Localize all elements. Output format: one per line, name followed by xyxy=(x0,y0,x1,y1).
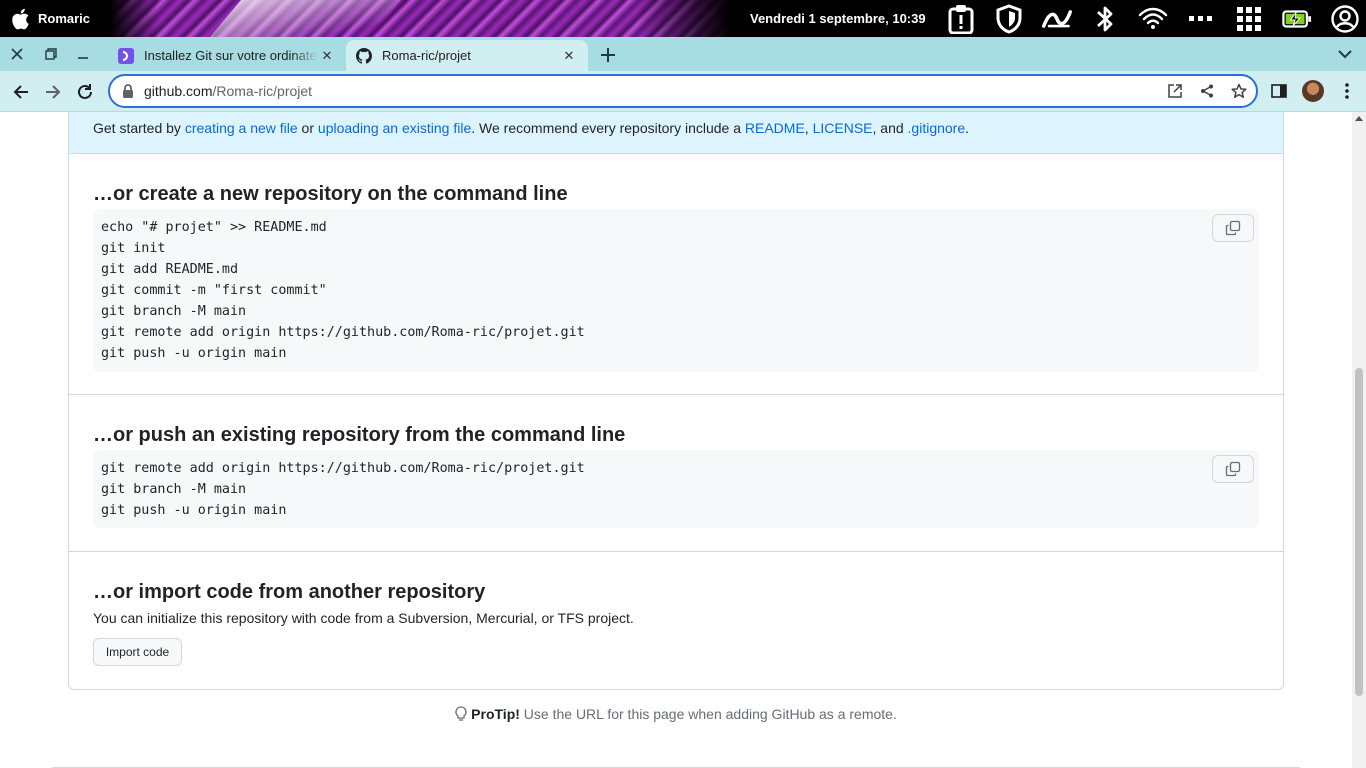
push-existing-section: …or push an existing repository from the… xyxy=(69,395,1283,552)
apps-grid-icon[interactable] xyxy=(1234,4,1264,34)
os-username: Romaric xyxy=(38,11,91,26)
os-tray xyxy=(946,0,1360,37)
text-fragment: . We recommend every repository include … xyxy=(471,120,745,136)
tab-close-icon[interactable]: ✕ xyxy=(318,47,336,65)
browser-menu-dots-icon[interactable] xyxy=(1336,80,1358,102)
github-icon xyxy=(356,47,372,64)
new-repo-section: …or create a new repository on the comma… xyxy=(69,154,1283,395)
new-repo-code[interactable]: echo "# projet" >> README.md git init gi… xyxy=(101,217,585,364)
push-existing-code-block[interactable]: git remote add origin https://github.com… xyxy=(93,450,1259,528)
address-bar[interactable]: github.com/Roma-ric/projet xyxy=(108,74,1258,108)
license-link[interactable]: LICENSE xyxy=(813,120,873,136)
share-icon[interactable] xyxy=(1198,82,1216,100)
tab-search-chevron-down-icon[interactable] xyxy=(1336,45,1354,63)
quick-setup-text: Get started by creating a new file or up… xyxy=(93,120,969,136)
text-fragment: Get started by xyxy=(93,120,185,136)
github-page: Get started by creating a new file or up… xyxy=(0,112,1352,768)
shield-icon[interactable] xyxy=(994,3,1024,34)
tab-title: Roma-ric/projet xyxy=(382,48,471,63)
gitignore-link[interactable]: .gitignore xyxy=(908,120,966,136)
create-new-file-link[interactable]: creating a new file xyxy=(185,120,298,136)
window-minimize-icon[interactable] xyxy=(68,37,98,71)
protip-label: ProTip! xyxy=(471,706,520,722)
cloud-sync-icon[interactable] xyxy=(1042,4,1072,34)
text-fragment: , xyxy=(804,120,813,136)
import-section: …or import code from another repository … xyxy=(69,552,1283,690)
push-existing-heading: …or push an existing repository from the… xyxy=(93,424,626,446)
browser-toolbar: github.com/Roma-ric/projet xyxy=(0,71,1366,112)
os-top-bar: Romaric Vendredi 1 septembre, 10:39 xyxy=(0,0,1366,37)
protip: ProTip! Use the URL for this page when a… xyxy=(0,706,1352,725)
window-restore-icon[interactable] xyxy=(36,37,66,71)
window-close-icon[interactable] xyxy=(2,37,32,71)
text-fragment: , and xyxy=(872,120,908,136)
tab-installez-git[interactable]: Installez Git sur votre ordinateur ✕ xyxy=(108,40,346,71)
new-tab-plus-icon[interactable] xyxy=(596,44,620,66)
quick-setup-banner: Get started by creating a new file or up… xyxy=(69,112,1283,154)
quick-setup-box: Get started by creating a new file or up… xyxy=(68,112,1284,690)
back-arrow-icon[interactable] xyxy=(8,79,34,105)
wifi-icon[interactable] xyxy=(1138,4,1168,34)
openclassrooms-icon xyxy=(118,47,134,64)
page-scrollbar[interactable] xyxy=(1352,112,1366,768)
account-icon[interactable] xyxy=(1330,4,1360,34)
clipboard-icon[interactable] xyxy=(946,4,976,34)
os-clock[interactable]: Vendredi 1 septembre, 10:39 xyxy=(750,0,926,37)
readme-link[interactable]: README xyxy=(745,120,805,136)
new-repo-heading: …or create a new repository on the comma… xyxy=(93,183,568,205)
url-path: /Roma-ric/projet xyxy=(212,83,313,99)
wallpaper-strip xyxy=(110,0,730,37)
copy-icon[interactable] xyxy=(1212,455,1254,483)
tab-strip: Installez Git sur votre ordinateur ✕ Rom… xyxy=(0,37,1366,71)
tab-close-icon[interactable]: ✕ xyxy=(560,47,578,65)
lock-icon[interactable] xyxy=(122,84,136,98)
scroll-up-arrow-icon[interactable] xyxy=(1355,116,1363,121)
import-heading: …or import code from another repository xyxy=(93,581,486,603)
new-repo-code-block[interactable]: echo "# projet" >> README.md git init gi… xyxy=(93,209,1259,372)
forward-arrow-icon[interactable] xyxy=(40,79,66,105)
protip-text: Use the URL for this page when adding Gi… xyxy=(519,706,897,722)
os-user-menu[interactable]: Romaric xyxy=(10,0,90,37)
upload-existing-file-link[interactable]: uploading an existing file xyxy=(318,120,471,136)
text-fragment: or xyxy=(297,120,318,136)
copy-icon[interactable] xyxy=(1212,214,1254,242)
scrollbar-thumb[interactable] xyxy=(1355,368,1363,696)
apple-icon xyxy=(10,8,32,30)
battery-charging-icon[interactable] xyxy=(1282,4,1312,34)
bluetooth-icon[interactable] xyxy=(1090,4,1120,34)
side-panel-icon[interactable] xyxy=(1268,80,1290,102)
url-host: github.com xyxy=(144,83,213,99)
import-code-button[interactable]: Import code xyxy=(93,638,182,666)
light-bulb-icon xyxy=(455,706,467,725)
text-fragment: . xyxy=(965,120,970,136)
tab-github-projet[interactable]: Roma-ric/projet ✕ xyxy=(346,40,588,71)
more-dots-icon[interactable] xyxy=(1186,4,1216,34)
open-in-app-icon[interactable] xyxy=(1166,82,1184,100)
reload-icon[interactable] xyxy=(72,79,98,105)
push-existing-code[interactable]: git remote add origin https://github.com… xyxy=(101,458,585,521)
profile-avatar[interactable] xyxy=(1302,80,1324,102)
tab-title: Installez Git sur votre ordinateur xyxy=(144,48,318,63)
bookmark-star-icon[interactable] xyxy=(1230,82,1248,100)
import-description: You can initialize this repository with … xyxy=(93,610,634,626)
